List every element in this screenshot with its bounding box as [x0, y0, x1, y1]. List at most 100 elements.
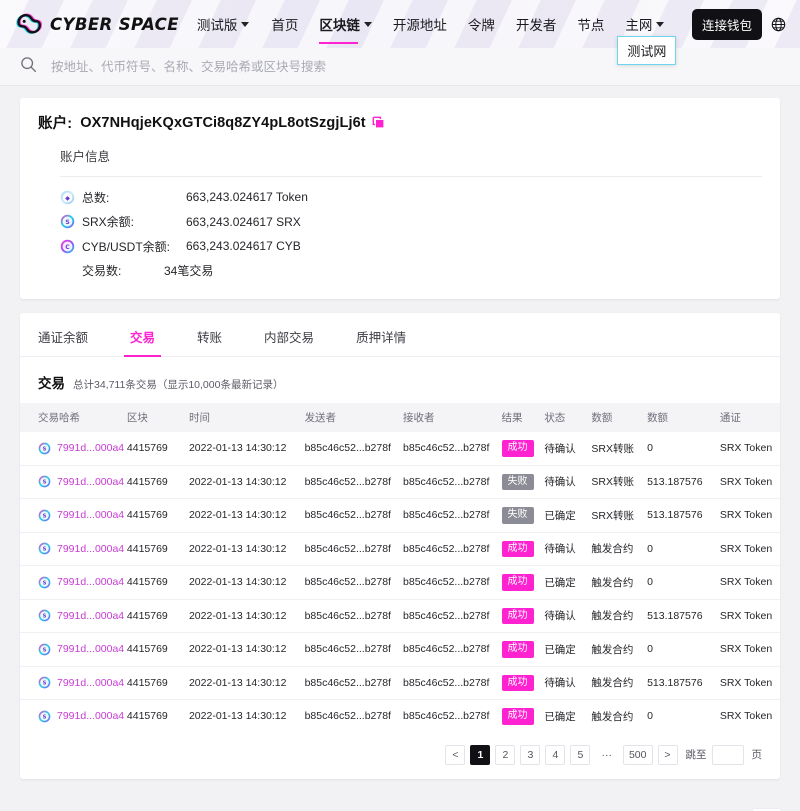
tx-status-cell: 已确定 [544, 710, 576, 723]
tx-hash-cell: S 7991d...000a4 [20, 432, 125, 466]
account-row-label: SRX余额: [82, 215, 135, 230]
status-badge: 成功 [501, 574, 534, 591]
page-footer: CYBER SPACE 首页区块链区块交易开源地址令牌开发者节点主网测试网 TO… [0, 792, 800, 811]
tab-1[interactable]: 交易 [124, 327, 162, 357]
table-row[interactable]: S 7991d...000a4 4415769 2022-01-13 14:30:12… [20, 432, 780, 466]
table-header-row: 交易哈希 区块 时间 发送者 接收者 结果 状态 数额 数额 通证 [20, 403, 780, 432]
pagination-page-2[interactable]: 2 [495, 744, 516, 765]
pagination-next[interactable]: > [657, 744, 678, 765]
tx-hash-link[interactable]: 7991d...000a4 [57, 643, 124, 655]
column-header-5: 结果 [499, 403, 543, 432]
nav-item-3[interactable]: 令牌 [468, 11, 495, 37]
account-row-label: 交易数: [82, 264, 122, 279]
tx-from-cell: b85c46c52...b278f [302, 498, 402, 533]
tx-block-cell: 4415769 [124, 666, 187, 700]
tx-hash-link[interactable]: 7991d...000a4 [57, 576, 124, 588]
column-header-1: 区块 [124, 403, 187, 432]
table-row[interactable]: S 7991d...000a4 4415769 2022-01-13 14:30:12… [20, 465, 780, 499]
tx-amount1-cell: SRX转账 [589, 498, 646, 533]
table-row[interactable]: S 7991d...000a4 4415769 2022-01-13 14:30:12… [20, 565, 780, 600]
table-row[interactable]: S 7991d...000a4 4415769 2022-01-13 14:30:12… [20, 632, 780, 667]
nav-item-label: 开发者 [515, 18, 557, 33]
account-detail-rows: ◆ 总数: 663,243.024617 Token S SRX余额: 663,243.0… [60, 177, 762, 283]
network-selector[interactable]: 主网 测试网 [617, 11, 677, 65]
table-row[interactable]: S 7991d...000a4 4415769 2022-01-13 14:30:12… [20, 700, 780, 733]
tab-2[interactable]: 转账 [197, 327, 222, 356]
tx-hash-link[interactable]: 7991d...000a4 [57, 543, 124, 555]
tx-time-cell: 2022-01-13 14:30:12 [186, 666, 303, 700]
tx-token-cell: SRX Token [719, 710, 773, 723]
table-row[interactable]: S 7991d...000a4 4415769 2022-01-13 14:30:12… [20, 666, 780, 700]
nav-item-5[interactable]: 节点 [577, 11, 604, 37]
nav-item-4[interactable]: 开发者 [516, 11, 557, 37]
brand-name: CYBER SPACE [50, 14, 179, 34]
nav-item-label: 首页 [271, 18, 299, 33]
table-row[interactable]: S 7991d...000a4 4415769 2022-01-13 14:30:12… [20, 599, 780, 633]
account-row-label: CYB/USDT余额: [82, 239, 171, 254]
copy-icon[interactable] [372, 116, 386, 130]
token-total-icon: ◆ [60, 190, 75, 205]
srx-token-icon: S [60, 214, 75, 229]
tx-hash-link[interactable]: 7991d...000a4 [57, 677, 124, 689]
table-row[interactable]: S 7991d...000a4 4415769 2022-01-13 14:30:12… [20, 532, 780, 566]
tx-hash-link[interactable]: 7991d...000a4 [57, 442, 124, 454]
network-dropdown-option-testnet[interactable]: 测试网 [617, 36, 677, 65]
tab-0[interactable]: 通证余额 [38, 327, 88, 356]
svg-text:S: S [43, 580, 47, 586]
tx-hash-link[interactable]: 7991d...000a4 [57, 476, 124, 488]
tx-token-icon: S [38, 475, 51, 488]
tx-hash-link[interactable]: 7991d...000a4 [57, 710, 124, 722]
tx-from-cell: b85c46c52...b278f [302, 432, 402, 466]
tx-block-cell: 4415769 [124, 599, 187, 633]
transactions-count-meta: 总计34,711条交易（显示10,000条最新记录） [73, 379, 284, 391]
svg-text:S: S [43, 513, 47, 519]
pagination-page-3[interactable]: 3 [520, 744, 541, 765]
nav-item-0[interactable]: 首页 [271, 11, 298, 37]
account-info-heading: 账户信息 [60, 150, 111, 164]
globe-icon[interactable] [771, 17, 786, 32]
tx-from-cell: b85c46c52...b278f [302, 565, 402, 600]
tx-to-cell: b85c46c52...b278f [401, 432, 500, 466]
account-row-value: 663,243.024617 Token [186, 190, 308, 205]
tx-hash-cell: S 7991d...000a4 [20, 532, 125, 566]
tx-block-cell: 4415769 [124, 565, 187, 600]
column-header-3: 发送者 [302, 403, 402, 432]
pagination-page-last[interactable]: 500 [622, 744, 653, 765]
column-header-8: 数额 [645, 403, 718, 432]
pagination-prev[interactable]: < [445, 744, 466, 765]
tx-amount2-cell: 0 [647, 710, 653, 723]
tab-3[interactable]: 内部交易 [264, 327, 314, 356]
nav-item-label: 开源地址 [392, 18, 447, 33]
nav-item-2[interactable]: 开源地址 [393, 11, 447, 37]
pagination-page-4[interactable]: 4 [545, 744, 566, 765]
tx-amount2-cell: 513.187576 [645, 498, 718, 533]
version-selector[interactable]: 测试版 [197, 14, 250, 34]
nav-item-1[interactable]: 区块链 [319, 11, 372, 44]
pagination-jump-input[interactable] [711, 744, 744, 765]
tx-hash-link[interactable]: 7991d...000a4 [57, 610, 124, 622]
brand-logo[interactable]: CYBER SPACE [14, 10, 179, 38]
table-row[interactable]: S 7991d...000a4 4415769 2022-01-13 14:30:12… [20, 498, 780, 533]
account-title-label: 账户: [38, 116, 73, 132]
transactions-card: 通证余额 交易 转账 内部交易 质押详情 交易 总计34,711条交易（显示10,000… [20, 313, 780, 779]
tx-result-cell: 失败 [499, 498, 543, 533]
tx-hash-cell: S 7991d...000a4 [20, 599, 125, 633]
connect-wallet-button[interactable]: 连接钱包 [691, 8, 762, 40]
tx-status-cell: 已确定 [542, 498, 590, 533]
search-bar [0, 48, 800, 86]
chevron-down-icon [363, 21, 372, 27]
svg-text:S: S [43, 647, 47, 653]
tx-amount1-cell: 触发合约 [589, 666, 646, 700]
tx-amount2-cell: 0 [645, 565, 718, 600]
tx-status-cell: 待确认 [542, 465, 590, 499]
tx-hash-link[interactable]: 7991d...000a4 [57, 509, 124, 521]
tx-token-icon: S [38, 542, 51, 555]
tx-to-cell: b85c46c52...b278f [401, 666, 500, 700]
account-row-label: 总数: [82, 190, 110, 205]
pagination-page-1[interactable]: 1 [470, 744, 491, 765]
tx-block-cell: 4415769 [124, 532, 187, 566]
tx-to-cell: b85c46c52...b278f [403, 710, 490, 723]
pagination-page-5[interactable]: 5 [570, 744, 591, 765]
tab-4[interactable]: 质押详情 [356, 327, 406, 356]
status-badge: 成功 [501, 607, 534, 624]
